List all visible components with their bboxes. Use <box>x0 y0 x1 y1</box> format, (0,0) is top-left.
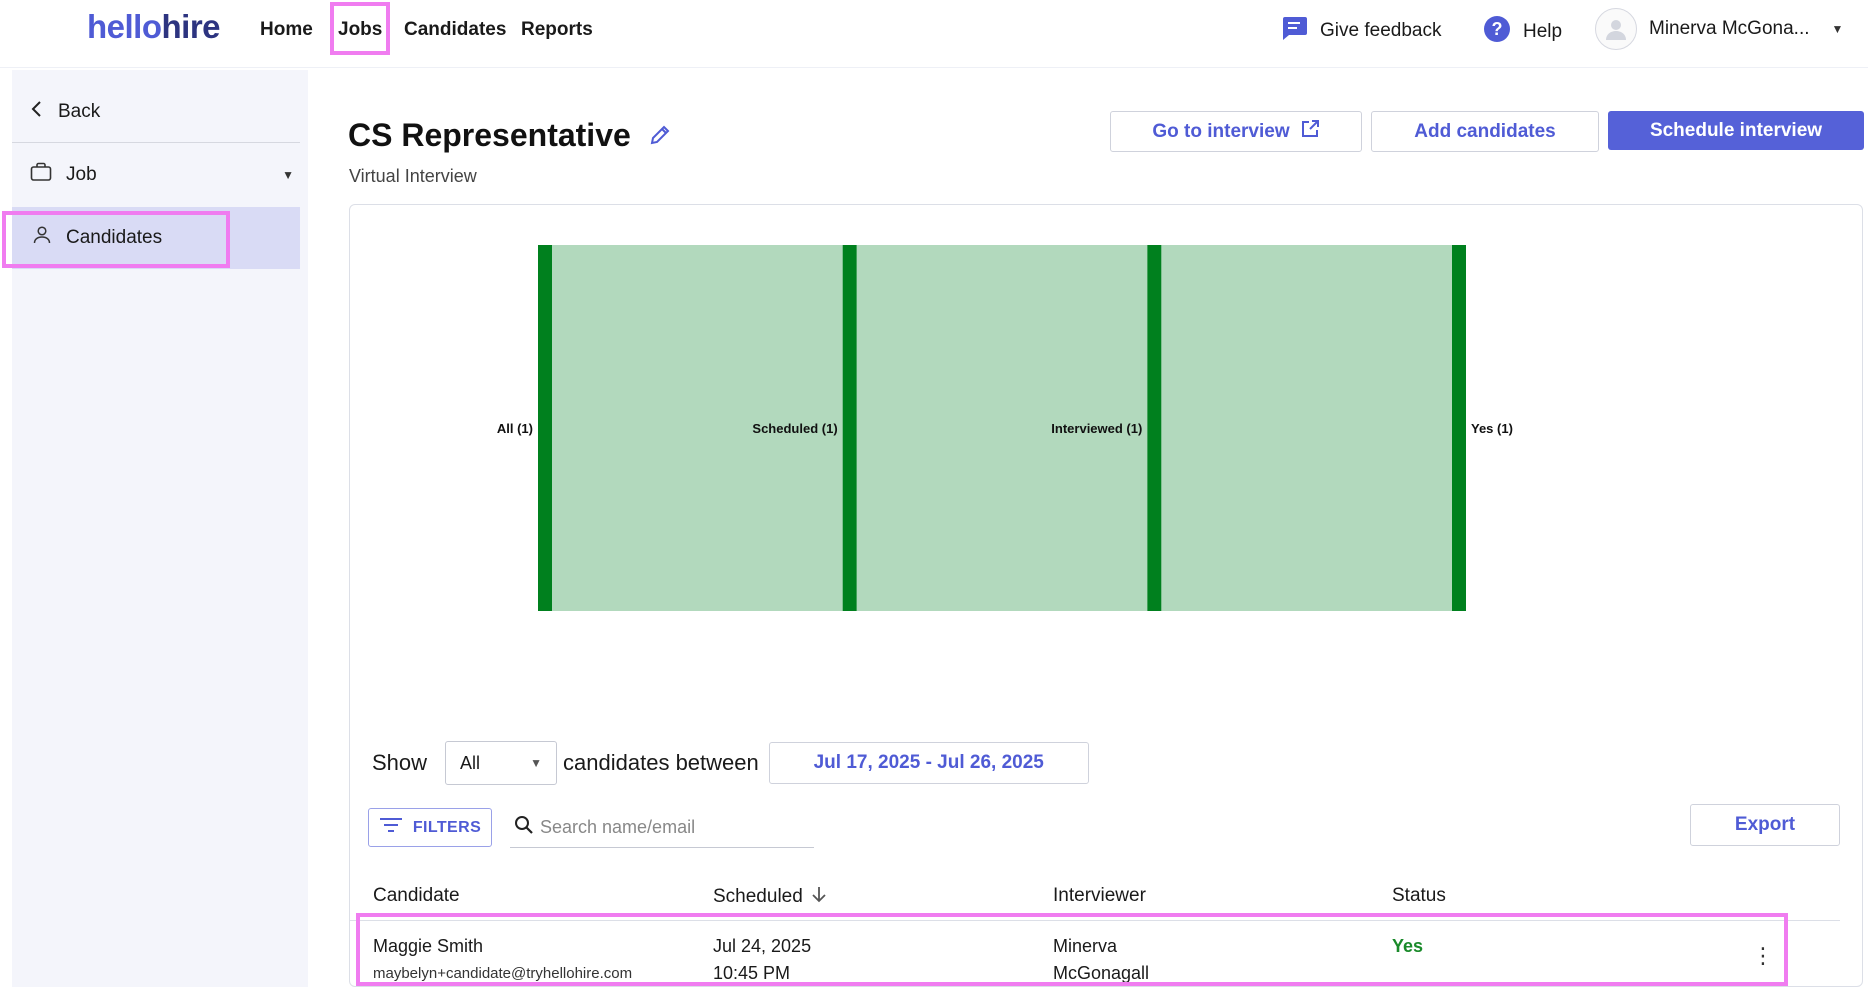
arrow-down-icon <box>811 885 827 909</box>
funnel-node-label-3: Yes (1) <box>1471 421 1513 436</box>
funnel-node-0 <box>538 245 552 611</box>
chevron-left-icon <box>30 100 42 124</box>
candidates-highlight-box <box>2 211 230 268</box>
go-to-interview-label: Go to interview <box>1152 120 1290 142</box>
search-input[interactable] <box>540 817 810 838</box>
filter-lines-icon <box>379 816 403 839</box>
between-label: candidates between <box>563 750 759 775</box>
nav-home[interactable]: Home <box>260 19 313 41</box>
funnel-node-label-2: Interviewed (1) <box>1051 421 1142 436</box>
row-highlight-box <box>356 913 1788 986</box>
funnel-link-2 <box>1161 245 1452 611</box>
give-feedback-button[interactable]: Give feedback <box>1280 15 1441 47</box>
user-menu[interactable]: Minerva McGona... ▼ <box>1595 8 1843 50</box>
funnel-node-label-0: All (1) <box>497 421 533 436</box>
feedback-label: Give feedback <box>1320 20 1442 41</box>
column-header-status[interactable]: Status <box>1392 885 1446 907</box>
user-avatar-icon <box>1606 20 1626 40</box>
column-label: Interviewer <box>1053 885 1146 906</box>
go-to-interview-button[interactable]: Go to interview <box>1110 111 1362 152</box>
pencil-edit-icon[interactable] <box>649 117 671 154</box>
column-header-candidate[interactable]: Candidate <box>373 885 460 907</box>
export-button[interactable]: Export <box>1690 804 1840 846</box>
nav-reports[interactable]: Reports <box>521 19 593 41</box>
column-label: Scheduled <box>713 886 803 907</box>
column-header-interviewer[interactable]: Interviewer <box>1053 885 1146 907</box>
column-label: Status <box>1392 885 1446 906</box>
help-button[interactable]: ? Help <box>1483 15 1562 49</box>
jobs-highlight-box <box>330 2 390 55</box>
show-label: Show <box>372 750 428 775</box>
top-navbar: hellohire Home Jobs Candidates Reports G… <box>0 0 1868 68</box>
page-title-row: CS Representative <box>348 117 671 154</box>
schedule-interview-button[interactable]: Schedule interview <box>1608 111 1864 150</box>
sidebar-divider <box>12 142 300 143</box>
search-icon <box>514 815 534 840</box>
external-link-icon <box>1300 119 1320 145</box>
funnel-node-2 <box>1147 245 1162 611</box>
back-button[interactable]: Back <box>30 100 100 124</box>
show-filter-row: Show All ▼ candidates between Jul 17, 20… <box>372 741 1089 785</box>
add-candidates-button[interactable]: Add candidates <box>1371 111 1599 152</box>
filters-label: FILTERS <box>412 818 482 836</box>
funnel-node-3 <box>1452 245 1466 611</box>
chevron-down-icon: ▼ <box>1831 22 1844 36</box>
sidebar-item-job[interactable]: Job ▼ <box>30 162 294 188</box>
feedback-chat-icon <box>1280 15 1308 47</box>
sidebar: Back Job ▼ Candidates <box>12 70 308 987</box>
avatar <box>1595 8 1637 50</box>
back-label: Back <box>58 101 101 122</box>
svg-text:?: ? <box>1492 19 1503 39</box>
show-select[interactable]: All ▼ <box>445 741 558 785</box>
interview-type: Virtual Interview <box>349 166 477 186</box>
chevron-down-icon: ▼ <box>530 756 543 770</box>
chevron-down-icon: ▼ <box>282 168 294 182</box>
help-icon: ? <box>1483 15 1511 49</box>
date-range-picker[interactable]: Jul 17, 2025 - Jul 26, 2025 <box>768 742 1089 784</box>
funnel-node-1 <box>842 245 857 611</box>
pipeline-funnel-chart: All (1) Scheduled (1) Interviewed (1) Yes (… <box>497 245 1513 611</box>
logo-text-hello: hello <box>87 8 162 45</box>
show-select-value: All <box>460 752 481 773</box>
page-title: CS Representative <box>348 117 631 153</box>
briefcase-icon <box>30 162 52 188</box>
funnel-node-label-1: Scheduled (1) <box>752 421 837 436</box>
candidates-card: All (1) Scheduled (1) Interviewed (1) Yes (… <box>349 204 1863 987</box>
search-field <box>510 808 814 848</box>
column-header-scheduled[interactable]: Scheduled <box>713 885 827 909</box>
filters-button[interactable]: FILTERS <box>368 808 492 847</box>
hellohire-logo[interactable]: hellohire <box>87 8 221 46</box>
column-label: Candidate <box>373 885 460 906</box>
user-name: Minerva McGona... <box>1649 18 1810 39</box>
logo-text-hire: hire <box>161 8 221 45</box>
sidebar-item-label: Job <box>66 164 97 185</box>
help-label: Help <box>1523 21 1563 42</box>
nav-candidates[interactable]: Candidates <box>404 19 506 41</box>
